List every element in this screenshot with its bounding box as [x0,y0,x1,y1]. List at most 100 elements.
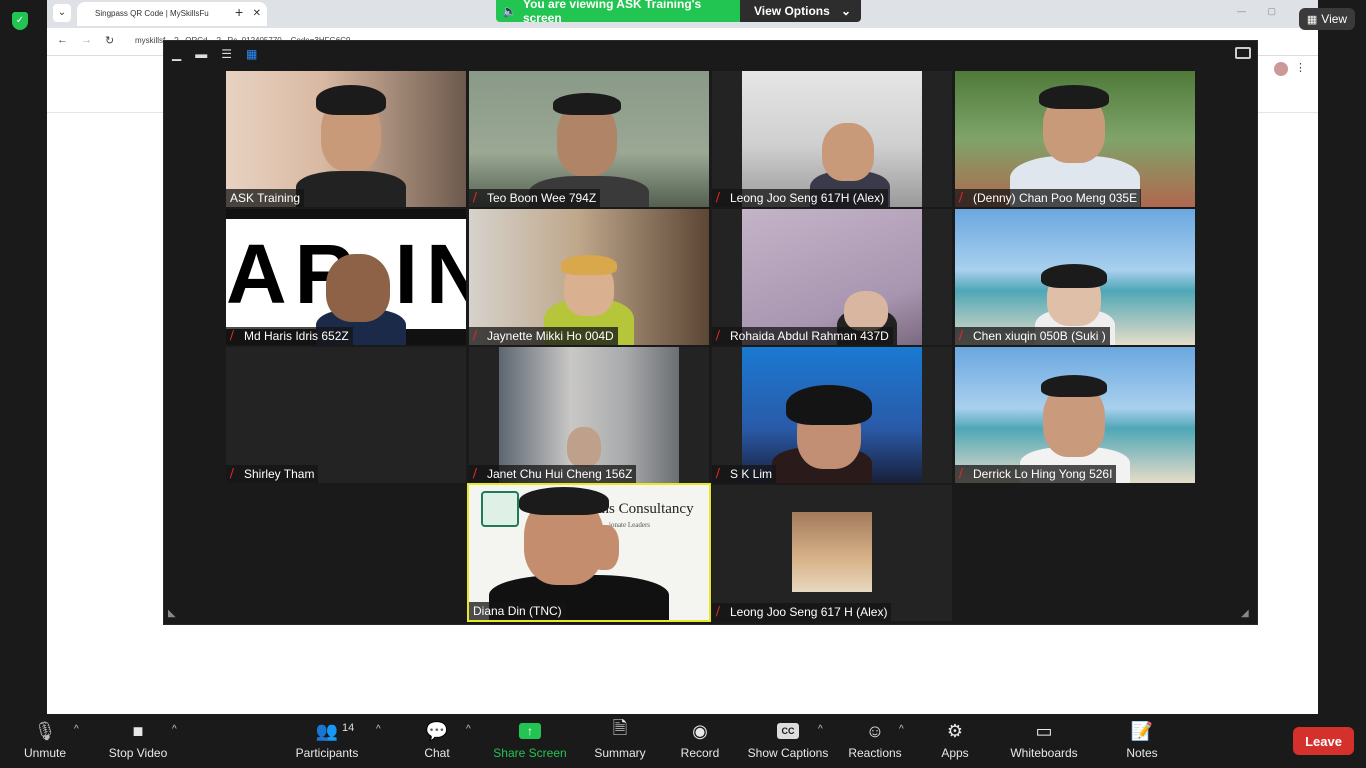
participant-tile[interactable]: ASK Training [226,71,466,207]
speaker-icon: 🔈 [502,4,517,18]
record-button[interactable]: ◉ Record [678,720,722,766]
view-options-label: View Options [754,4,830,18]
notes-button[interactable]: 📝 Notes [1124,720,1160,766]
grid-icon: ▦ [1306,13,1318,26]
participant-tile[interactable]: ⧸ Leong Joo Seng 617H (Alex) [712,71,952,207]
participant-tile[interactable]: ⧸ Chen xiuqin 050B (Suki ) [955,209,1195,345]
person-face [326,254,390,322]
participant-name: Diana Din (TNC) [469,602,566,620]
participant-name: ASK Training [226,189,305,207]
participant-name: ⧸ Leong Joo Seng 617 H (Alex) [712,603,892,621]
single-view-icon[interactable]: ▬ [195,47,207,61]
participant-tile[interactable]: ⧸ (Denny) Chan Poo Meng 035E [955,71,1195,207]
participant-tile[interactable]: ⧸ Teo Boon Wee 794Z [469,71,709,207]
resize-handle-left-icon[interactable]: ◣ [168,608,180,620]
security-shield-icon[interactable]: ✓ [12,12,28,30]
whiteboard-icon: ▭ [1035,720,1053,741]
participant-tile[interactable]: ⧸ Leong Joo Seng 617 H (Alex) [712,485,952,621]
mic-muted-icon: ⧸ [473,192,477,204]
participant-name: ⧸ Rohaida Abdul Rahman 437D [712,327,893,345]
participant-tile[interactable]: ⧸ Rohaida Abdul Rahman 437D [712,209,952,345]
participant-name: ⧸ Jaynette Mikki Ho 004D [469,327,618,345]
forward-icon[interactable]: → [81,34,92,46]
view-button-label: View [1321,12,1348,26]
mic-muted-icon: ⧸ [230,468,234,480]
mic-muted-icon: ⧸ [716,468,720,480]
chat-options-caret-icon[interactable]: ^ [466,724,471,735]
participant-tile[interactable]: ⧸ Jaynette Mikki Ho 004D [469,209,709,345]
notes-icon: 📝 [1130,720,1154,741]
apps-button[interactable]: ⚙ Apps [938,720,972,766]
participant-name: ⧸ Shirley Tham [226,465,319,483]
participant-tile[interactable]: ⧸ Janet Chu Hui Cheng 156Z [469,347,709,483]
participant-name: ⧸ Derrick Lo Hing Yong 526I [955,465,1117,483]
participant-name: ⧸ Teo Boon Wee 794Z [469,189,601,207]
chevron-down-icon: ⌄ [840,4,851,18]
speaker-view-icon[interactable]: ☰ [221,47,232,61]
person-silhouette [296,171,406,207]
profile-avatar[interactable] [1274,62,1288,76]
chat-button[interactable]: 💬 Chat [420,720,454,766]
microphone-muted-icon: 🎙 [33,720,57,741]
back-icon[interactable]: ← [57,34,68,46]
reactions-options-caret-icon[interactable]: ^ [899,724,904,735]
person-face [567,427,601,467]
expand-panel-icon[interactable] [1235,47,1251,59]
participant-tile-active-speaker[interactable]: aidins Consultancy ionate Leaders Diana … [467,483,711,622]
captions-options-caret-icon[interactable]: ^ [818,724,823,735]
person-face [822,123,874,181]
screen-share-banner: 🔈 You are viewing ASK Training's screen … [496,0,861,22]
person-face [844,291,888,331]
participant-tile[interactable]: ⧸ S K Lim [712,347,952,483]
view-button[interactable]: ▦ View [1299,8,1355,30]
unmute-button[interactable]: 🎙 Unmute [22,720,68,766]
participant-name: ⧸ S K Lim [712,465,777,483]
reactions-button[interactable]: ☺ Reactions [846,720,904,766]
video-options-caret-icon[interactable]: ^ [172,724,177,735]
view-options-button[interactable]: View Options ⌄ [740,0,861,22]
leave-button[interactable]: Leave [1293,727,1354,755]
apps-icon: ⚙ [946,720,964,741]
participant-tile[interactable]: ⧸ Derrick Lo Hing Yong 526I [955,347,1195,483]
participant-name: ⧸ Chen xiuqin 050B (Suki ) [955,327,1110,345]
whiteboards-button[interactable]: ▭ Whiteboards [1008,720,1080,766]
share-status: 🔈 You are viewing ASK Training's screen [496,0,740,22]
mic-muted-icon: ⧸ [716,606,720,618]
participants-count: 14 [342,722,355,734]
new-tab-icon[interactable]: + [235,4,243,20]
share-screen-button[interactable]: ↑ Share Screen [492,720,568,766]
mic-muted-icon: ⧸ [716,330,720,342]
minimize-icon[interactable]: — [1237,6,1246,16]
stop-video-button[interactable]: ■ Stop Video [106,720,170,766]
mic-muted-icon: ⧸ [959,330,963,342]
participant-tile[interactable]: ⧸ Shirley Tham [226,347,466,483]
company-logo [481,491,519,527]
summary-button[interactable]: 🗎 Summary [592,718,648,766]
person-hair [1041,375,1107,397]
participant-name: ⧸ Janet Chu Hui Cheng 156Z [469,465,637,483]
participants-options-caret-icon[interactable]: ^ [376,724,381,735]
tab-search-dropdown[interactable]: ⌄ [53,4,71,22]
minimize-panel-icon[interactable]: ▁ [172,47,181,61]
gallery-grid-icon[interactable]: ▦ [246,47,257,61]
mic-muted-icon: ⧸ [473,468,477,480]
person-hair [561,255,617,275]
summary-icon: 🗎 [612,718,628,738]
resize-handle-right-icon[interactable]: ◢ [1241,608,1253,620]
participant-tile[interactable]: AR IN M ⧸Md Haris Idris 652Z [226,209,466,345]
mic-muted-icon: ⧸ [716,192,720,204]
person-hair [1039,85,1109,109]
audio-options-caret-icon[interactable]: ^ [74,724,79,735]
maximize-icon[interactable]: ▢ [1267,6,1276,17]
person-hair [1041,264,1107,288]
participant-name: ⧸ Leong Joo Seng 617H (Alex) [712,189,889,207]
mic-muted-icon: ⧸ [959,468,963,480]
mic-muted-icon: ⧸ [473,330,477,342]
share-screen-icon: ↑ [517,720,543,742]
zoom-screen: { "browser": { "tab_title": "Singpass QR… [0,0,1366,768]
tab-close-icon[interactable]: ✕ [253,2,261,26]
person-hair [316,85,386,115]
reload-icon[interactable]: ↻ [105,34,114,47]
browser-menu-icon[interactable]: ⋮ [1295,61,1306,74]
gallery-toolbar: ▁ ▬ ☰ ▦ [172,47,257,61]
